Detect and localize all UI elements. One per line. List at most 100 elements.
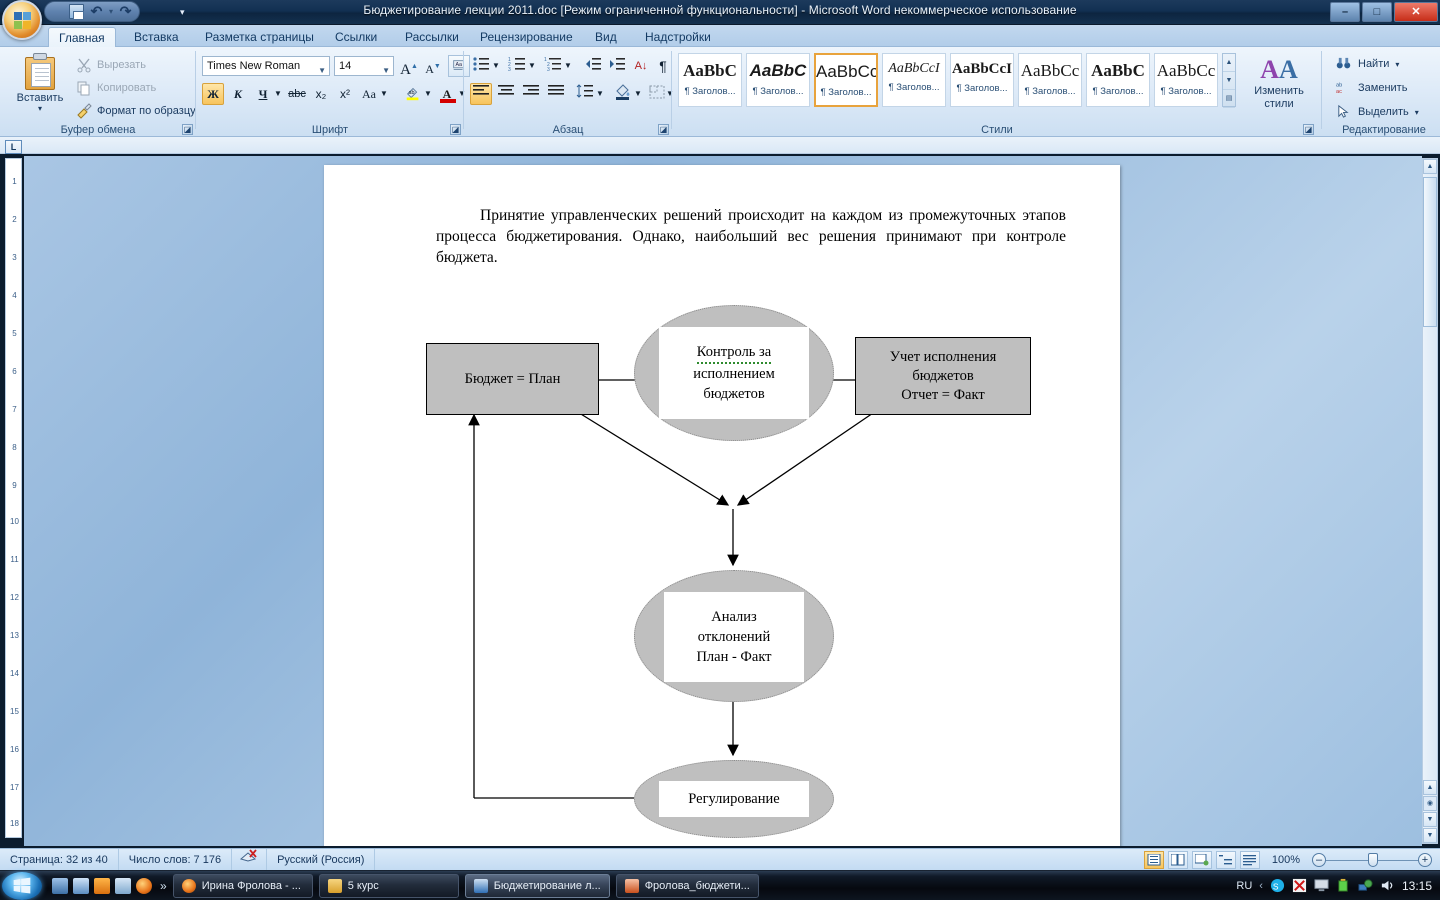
switch-window-icon[interactable] (73, 878, 89, 894)
skype-icon[interactable]: S (1270, 878, 1285, 893)
undo-icon[interactable]: ↶ (89, 4, 104, 19)
quick-launch-overflow-icon[interactable]: » (160, 879, 167, 893)
font-name-input[interactable]: Times New Roman ▼ (202, 56, 330, 76)
status-page[interactable]: Страница: 32 из 40 (0, 849, 119, 871)
battery-icon[interactable] (1336, 878, 1351, 893)
tray-clock[interactable]: 13:15 (1402, 879, 1432, 893)
increase-indent-button[interactable] (606, 55, 628, 77)
view-print-layout-button[interactable] (1144, 851, 1164, 869)
font-name-dropdown-icon[interactable]: ▼ (318, 62, 326, 80)
zoom-in-button[interactable]: + (1418, 853, 1432, 867)
select-dropdown-icon[interactable]: ▾ (1415, 108, 1419, 117)
clipboard-dialog-launcher[interactable]: ◪ (182, 124, 193, 135)
vertical-ruler[interactable]: 123 456 789 101112 131415 161718 (5, 158, 22, 838)
style-item-6[interactable]: AaBbC ¶ Заголов... (1086, 53, 1150, 107)
customize-qat-icon[interactable]: ▾ (180, 7, 185, 18)
line-spacing-button[interactable] (574, 83, 596, 105)
diagram-node-budget-plan[interactable]: Бюджет = План (426, 343, 599, 415)
document-canvas[interactable]: Принятие управленческих решений происход… (24, 156, 1422, 846)
tab-home[interactable]: Главная (48, 27, 116, 47)
find-dropdown-icon[interactable]: ▾ (1395, 60, 1399, 69)
next-page-icon[interactable]: ▼ (1423, 812, 1437, 827)
strikethrough-button[interactable]: abc (286, 83, 308, 105)
numbering-dropdown-icon[interactable]: ▼ (526, 55, 538, 77)
styles-scroll-up-icon[interactable]: ▲ (1223, 54, 1235, 72)
view-web-layout-button[interactable] (1192, 851, 1212, 869)
status-proofing-icon[interactable] (232, 849, 267, 871)
taskbar-button-firefox[interactable]: Ирина Фролова - ... (173, 874, 313, 898)
tab-review[interactable]: Рецензирование (470, 27, 583, 47)
tab-view[interactable]: Вид (585, 27, 627, 47)
document-vertical-scrollbar[interactable]: ▲ ▼ ▼ ◉ ▲ (1422, 158, 1438, 844)
subscript-button[interactable]: x₂ (310, 83, 332, 105)
superscript-button[interactable]: x² (334, 83, 356, 105)
style-item-1[interactable]: AaBbC ¶ Заголов... (746, 53, 810, 107)
view-outline-button[interactable] (1216, 851, 1236, 869)
styles-more-icon[interactable]: ▤ (1223, 90, 1235, 108)
zoom-level-label[interactable]: 100% (1264, 854, 1308, 866)
scroll-up-icon[interactable]: ▲ (1423, 159, 1437, 174)
underline-dropdown-icon[interactable]: ▼ (272, 83, 284, 105)
style-item-7[interactable]: AaBbCc ¶ Заголов... (1154, 53, 1218, 107)
network-icon[interactable] (1358, 878, 1373, 893)
shading-dropdown-icon[interactable]: ▼ (632, 83, 644, 105)
paragraph-dialog-launcher[interactable]: ◪ (658, 124, 669, 135)
font-size-dropdown-icon[interactable]: ▼ (382, 62, 390, 80)
tray-language-indicator[interactable]: RU (1236, 880, 1252, 892)
firefox-icon[interactable] (136, 878, 152, 894)
process-diagram[interactable]: Бюджет = План Контроль за исполнением бю… (324, 165, 1120, 846)
tab-addins[interactable]: Надстройки (635, 27, 721, 47)
select-button[interactable]: Выделить ▾ (1336, 104, 1419, 120)
show-desktop-icon[interactable] (52, 878, 68, 894)
grow-font-button[interactable]: A▲ (398, 55, 420, 77)
diagram-node-accounting[interactable]: Учет исполнения бюджетов Отчет = Факт (855, 337, 1031, 415)
bullets-dropdown-icon[interactable]: ▼ (490, 55, 502, 77)
media-player-icon[interactable] (94, 878, 110, 894)
zoom-slider[interactable]: – + (1312, 851, 1432, 869)
sort-button[interactable]: A↓ (630, 55, 652, 77)
underline-button[interactable]: Ч (252, 83, 274, 105)
tray-expand-icon[interactable]: ‹ (1259, 880, 1263, 892)
tab-page-layout[interactable]: Разметка страницы (195, 27, 324, 47)
align-right-button[interactable] (520, 83, 542, 105)
status-word-count[interactable]: Число слов: 7 176 (119, 849, 232, 871)
highlight-dropdown-icon[interactable]: ▼ (422, 83, 434, 105)
format-painter-button[interactable]: Формат по образцу (76, 103, 196, 119)
replace-button[interactable]: abac Заменить (1336, 80, 1407, 96)
tab-insert[interactable]: Вставка (124, 27, 189, 47)
change-styles-button[interactable]: AA Изменить стили (1248, 55, 1310, 111)
maximize-button[interactable]: □ (1362, 2, 1392, 22)
view-full-screen-reading-button[interactable] (1168, 851, 1188, 869)
horizontal-ruler[interactable]: 3·|· 2·|· 1·|· ·|· 1·|· 2·|· 3·|· 4·|· 5… (0, 137, 1440, 154)
shrink-font-button[interactable]: A▼ (422, 55, 444, 77)
style-item-4[interactable]: AaBbCcI ¶ Заголов... (950, 53, 1014, 107)
italic-button[interactable]: К (227, 83, 249, 105)
styles-gallery-scrollbar[interactable]: ▲ ▼ ▤ (1222, 53, 1236, 107)
bullets-button[interactable] (470, 55, 492, 77)
font-color-button[interactable]: A (436, 83, 458, 105)
copy-button[interactable]: Копировать (76, 80, 156, 96)
bold-button[interactable]: Ж (202, 83, 224, 105)
style-item-0[interactable]: AaBbC ¶ Заголов... (678, 53, 742, 107)
find-button[interactable]: Найти ▾ (1336, 56, 1399, 72)
tab-mailings[interactable]: Рассылки (395, 27, 469, 47)
zoom-out-button[interactable]: – (1312, 853, 1326, 867)
redo-icon[interactable]: ↷ (118, 4, 133, 19)
shading-button[interactable] (612, 83, 634, 105)
volume-icon[interactable] (1380, 878, 1395, 893)
style-item-2[interactable]: AaBbCc ¶ Заголов... (814, 53, 878, 107)
font-size-input[interactable]: 14 ▼ (334, 56, 394, 76)
style-item-5[interactable]: AaBbCc ¶ Заголов... (1018, 53, 1082, 107)
line-spacing-dropdown-icon[interactable]: ▼ (594, 83, 606, 105)
office-button[interactable] (2, 0, 42, 40)
align-left-button[interactable] (470, 83, 492, 105)
styles-dialog-launcher[interactable]: ◪ (1303, 124, 1314, 135)
minimize-button[interactable]: – (1330, 2, 1360, 22)
paste-dropdown-icon[interactable]: ▾ (12, 104, 68, 113)
previous-page-icon[interactable]: ▲ (1423, 780, 1437, 795)
tab-selector-button[interactable]: L (5, 140, 22, 154)
style-item-3[interactable]: AaBbCcI ¶ Заголов... (882, 53, 946, 107)
scroll-thumb[interactable] (1423, 177, 1437, 327)
zoom-handle[interactable] (1368, 853, 1378, 867)
cut-button[interactable]: Вырезать (76, 57, 146, 73)
